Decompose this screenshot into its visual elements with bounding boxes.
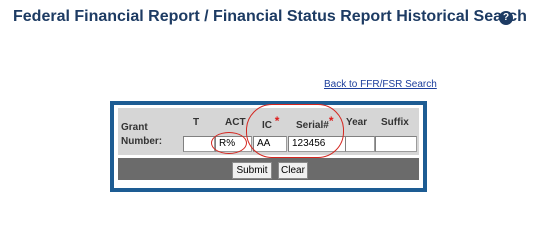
submit-button[interactable]: Submit xyxy=(232,162,272,179)
page: Federal Financial Report / Financial Sta… xyxy=(0,0,553,218)
column-header-t: T xyxy=(193,117,200,128)
clear-button[interactable]: Clear xyxy=(278,162,308,179)
column-header-suffix: Suffix xyxy=(381,117,409,128)
column-header-ic-label: IC xyxy=(262,120,272,131)
serial-input[interactable]: 123456 xyxy=(288,136,346,152)
column-header-serial-label: Serial# xyxy=(296,120,329,131)
help-icon[interactable]: ? xyxy=(499,11,513,25)
act-input[interactable]: R% xyxy=(215,136,252,152)
column-header-year: Year xyxy=(346,117,368,128)
column-header-ic: IC * xyxy=(262,114,280,131)
ic-input[interactable]: AA xyxy=(253,136,287,152)
required-marker-ic: * xyxy=(274,114,280,128)
column-header-serial: Serial#* xyxy=(296,114,334,131)
t-input[interactable] xyxy=(183,136,215,152)
required-marker-serial: * xyxy=(328,114,334,128)
suffix-input[interactable] xyxy=(375,136,417,152)
year-input[interactable] xyxy=(345,136,375,152)
page-title: Federal Financial Report / Financial Sta… xyxy=(13,8,527,25)
column-header-act: ACT xyxy=(225,117,246,128)
grant-number-label: Grant Number: xyxy=(121,121,169,149)
back-to-search-link[interactable]: Back to FFR/FSR Search xyxy=(324,79,437,90)
grant-number-label-text: Grant Number: xyxy=(121,122,163,147)
